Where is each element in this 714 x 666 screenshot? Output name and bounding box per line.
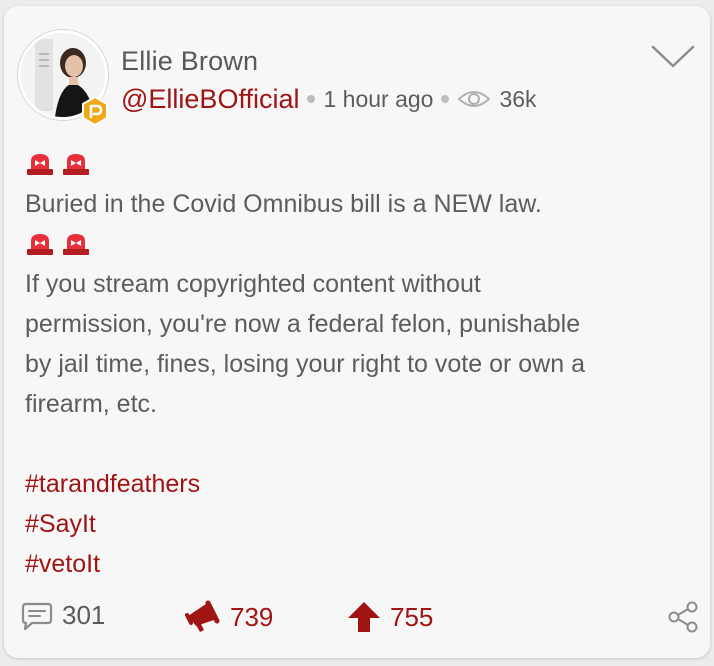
author-avatar[interactable] xyxy=(18,30,108,126)
echo-button[interactable]: 739 xyxy=(184,600,273,634)
upvote-arrow-icon xyxy=(348,602,380,632)
upvote-button[interactable]: 755 xyxy=(346,600,433,634)
body-line: Buried in the Covid Omnibus bill is a NE… xyxy=(25,190,542,218)
upvote-count: 755 xyxy=(390,601,434,632)
hashtag-link[interactable]: #vetoIt xyxy=(25,544,675,584)
view-count: 36k xyxy=(499,85,537,112)
police-light-icon xyxy=(27,154,53,175)
body-line: by jail time, fines, losing your right t… xyxy=(25,350,585,378)
police-light-icon xyxy=(63,154,89,175)
comment-count: 301 xyxy=(62,600,106,630)
body-line: firearm, etc. xyxy=(25,390,157,418)
post-body: Buried in the Covid Omnibus bill is a NE… xyxy=(25,144,675,584)
alert-emoji-row xyxy=(25,144,675,184)
separator-dot xyxy=(441,95,450,103)
hashtag-link[interactable]: #tarandfeathers xyxy=(25,464,675,504)
comment-button[interactable]: 301 xyxy=(20,600,105,631)
comment-icon xyxy=(21,602,53,630)
echo-count: 739 xyxy=(230,601,274,632)
post-meta: @EllieBOfficial 1 hour ago 36k xyxy=(121,82,537,116)
hashtag-link[interactable]: #SayIt xyxy=(25,504,675,544)
author-name[interactable]: Ellie Brown xyxy=(121,46,258,77)
share-icon xyxy=(668,601,698,633)
share-button[interactable] xyxy=(666,600,700,634)
eye-icon xyxy=(457,89,491,109)
author-handle[interactable]: @EllieBOfficial xyxy=(121,84,299,115)
separator-dot xyxy=(307,95,316,103)
police-light-icon xyxy=(27,234,53,255)
body-line: permission, you're now a federal felon, … xyxy=(25,310,581,338)
post-time: 1 hour ago xyxy=(323,85,434,112)
megaphone-icon xyxy=(185,600,220,632)
chevron-down-icon[interactable] xyxy=(650,42,696,72)
police-light-icon xyxy=(63,234,89,255)
post-card: Ellie Brown @EllieBOfficial 1 hour ago 3… xyxy=(4,6,710,658)
action-bar: 301 739 755 xyxy=(20,600,700,640)
body-line: If you stream copyrighted content withou… xyxy=(25,270,481,298)
parler-badge-icon xyxy=(82,96,108,126)
alert-emoji-row xyxy=(25,224,675,264)
